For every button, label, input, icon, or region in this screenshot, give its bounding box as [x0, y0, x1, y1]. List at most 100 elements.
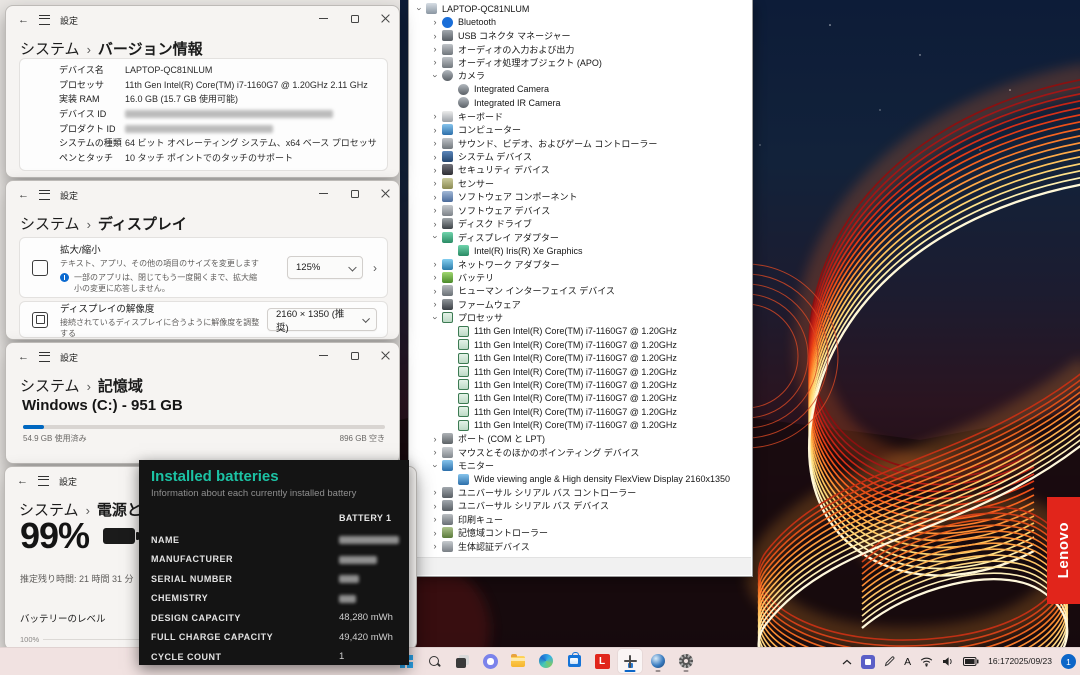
volume-icon[interactable] [942, 656, 954, 667]
device-tree-item[interactable]: 記憶域コントローラー [410, 526, 751, 539]
device-tree-item[interactable]: 11th Gen Intel(R) Core(TM) i7-1160G7 @ 1… [410, 365, 751, 378]
expand-chevron-icon[interactable] [430, 313, 440, 323]
expand-chevron-icon[interactable] [430, 461, 440, 471]
scale-dropdown[interactable]: 125% [287, 256, 363, 279]
expand-chevron-icon[interactable] [430, 125, 440, 135]
device-tree-item[interactable]: 11th Gen Intel(R) Core(TM) i7-1160G7 @ 1… [410, 338, 751, 351]
minimize-button[interactable] [318, 188, 329, 199]
device-tree-item[interactable]: ポート (COM と LPT) [410, 432, 751, 445]
device-tree-item[interactable]: Intel(R) Iris(R) Xe Graphics [410, 244, 751, 257]
device-tree-item[interactable]: ヒューマン インターフェイス デバイス [410, 284, 751, 297]
device-tree-item[interactable]: ユニバーサル シリアル バス コントローラー [410, 486, 751, 499]
expand-chevron-icon[interactable] [430, 528, 440, 538]
expand-chevron-icon[interactable] [430, 192, 440, 202]
device-tree-item[interactable]: Bluetooth [410, 15, 751, 28]
device-tree-item[interactable]: ディスプレイ アダプター [410, 230, 751, 243]
expand-chevron-icon[interactable] [430, 219, 440, 229]
menu-icon[interactable] [39, 15, 50, 25]
device-tree-item[interactable]: バッテリ [410, 271, 751, 284]
device-tree-item[interactable]: セキュリティ デバイス [410, 163, 751, 176]
device-tree-item[interactable]: 11th Gen Intel(R) Core(TM) i7-1160G7 @ 1… [410, 351, 751, 364]
breadcrumb-root[interactable]: システム [20, 375, 80, 396]
expand-chevron-icon[interactable] [430, 232, 440, 242]
device-tree-item[interactable]: プロセッサ [410, 311, 751, 324]
expand-chevron-icon[interactable] [430, 286, 440, 296]
device-tree-item[interactable]: 11th Gen Intel(R) Core(TM) i7-1160G7 @ 1… [410, 378, 751, 391]
device-tree-item[interactable]: 印刷キュー [410, 513, 751, 526]
scale-setting-row[interactable]: 拡大/縮小 テキスト、アプリ、その他の項目のサイズを変更します 一部のアプリは、… [19, 237, 388, 298]
back-icon[interactable]: ← [18, 15, 29, 25]
menu-icon[interactable] [39, 352, 50, 362]
device-tree-item[interactable]: ソフトウェア コンポーネント [410, 190, 751, 203]
back-icon[interactable]: ← [18, 190, 29, 200]
nav-chevron-icon[interactable]: › [373, 261, 377, 275]
maximize-button[interactable] [349, 13, 360, 24]
expand-chevron-icon[interactable] [430, 138, 440, 148]
expand-chevron-icon[interactable] [430, 259, 440, 269]
close-button[interactable] [380, 13, 391, 24]
device-tree-item[interactable]: 11th Gen Intel(R) Core(TM) i7-1160G7 @ 1… [410, 392, 751, 405]
expand-chevron-icon[interactable] [430, 299, 440, 309]
device-tree-item[interactable]: ユニバーサル シリアル バス デバイス [410, 499, 751, 512]
battery-tray-icon[interactable] [963, 657, 979, 666]
device-tree-item[interactable]: 11th Gen Intel(R) Core(TM) i7-1160G7 @ 1… [410, 419, 751, 432]
device-tree-item[interactable]: オーディオの入力および出力 [410, 42, 751, 55]
close-button[interactable] [380, 350, 391, 361]
expand-chevron-icon[interactable] [430, 514, 440, 524]
device-tree-item[interactable]: ネットワーク アダプター [410, 257, 751, 270]
store-button[interactable] [562, 649, 586, 673]
maximize-button[interactable] [349, 350, 360, 361]
menu-icon[interactable] [39, 190, 50, 200]
expand-chevron-icon[interactable] [430, 178, 440, 188]
expand-chevron-icon[interactable] [430, 71, 440, 81]
tray-chevron-up-icon[interactable] [842, 659, 852, 665]
expand-chevron-icon[interactable] [430, 165, 440, 175]
device-tree-item[interactable]: カメラ [410, 69, 751, 82]
expand-chevron-icon[interactable] [430, 447, 440, 457]
device-tree-item[interactable]: ファームウェア [410, 298, 751, 311]
expand-chevron-icon[interactable] [430, 44, 440, 54]
expand-chevron-icon[interactable] [430, 111, 440, 121]
ime-indicator[interactable]: A [904, 656, 911, 668]
expand-chevron-icon[interactable] [430, 31, 440, 41]
resolution-setting-row[interactable]: ディスプレイの解像度 接続されているディスプレイに合うように解像度を調整する 2… [19, 301, 388, 338]
device-tree-item[interactable]: Integrated IR Camera [410, 96, 751, 109]
monitor-tool-button[interactable] [646, 649, 670, 673]
device-tree-item[interactable]: 生体認証デバイス [410, 540, 751, 553]
device-tree-item[interactable]: モニター [410, 459, 751, 472]
minimize-button[interactable] [318, 13, 329, 24]
device-tree-item[interactable]: Wide viewing angle & High density FlexVi… [410, 472, 751, 485]
wifi-icon[interactable] [920, 656, 933, 667]
device-tree-item[interactable]: 11th Gen Intel(R) Core(TM) i7-1160G7 @ 1… [410, 325, 751, 338]
pen-tray-icon[interactable] [884, 656, 895, 667]
expand-chevron-icon[interactable] [430, 501, 440, 511]
maximize-button[interactable] [349, 188, 360, 199]
device-tree-item[interactable]: キーボード [410, 110, 751, 123]
explorer-button[interactable] [506, 649, 530, 673]
back-icon[interactable]: ← [17, 476, 28, 486]
expand-chevron-icon[interactable] [414, 4, 424, 14]
teams-tray-icon[interactable] [861, 655, 875, 669]
chat-button[interactable] [478, 649, 502, 673]
back-icon[interactable]: ← [18, 352, 29, 362]
device-tree-item[interactable]: 11th Gen Intel(R) Core(TM) i7-1160G7 @ 1… [410, 405, 751, 418]
edge-button[interactable] [534, 649, 558, 673]
device-tree-item[interactable]: サウンド、ビデオ、およびゲーム コントローラー [410, 136, 751, 149]
device-tree-item[interactable]: システム デバイス [410, 150, 751, 163]
device-tree-item[interactable]: Integrated Camera [410, 83, 751, 96]
notification-badge[interactable]: 1 [1061, 654, 1076, 669]
device-tree-item[interactable]: LAPTOP-QC81NLUM [410, 2, 751, 15]
taskbar-clock[interactable]: 16:17 2025/09/23 [988, 657, 1052, 667]
lenovo-button[interactable]: L [590, 649, 614, 673]
device-tree-item[interactable]: ソフトウェア デバイス [410, 204, 751, 217]
expand-chevron-icon[interactable] [430, 434, 440, 444]
expand-chevron-icon[interactable] [430, 17, 440, 27]
menu-icon[interactable] [38, 476, 49, 486]
expand-chevron-icon[interactable] [430, 152, 440, 162]
taskview-button[interactable] [450, 649, 474, 673]
device-tree-item[interactable]: オーディオ処理オブジェクト (APO) [410, 56, 751, 69]
breadcrumb-root[interactable]: システム [20, 213, 80, 234]
snip-button[interactable] [618, 649, 642, 673]
settings-button[interactable] [674, 649, 698, 673]
expand-chevron-icon[interactable] [430, 205, 440, 215]
